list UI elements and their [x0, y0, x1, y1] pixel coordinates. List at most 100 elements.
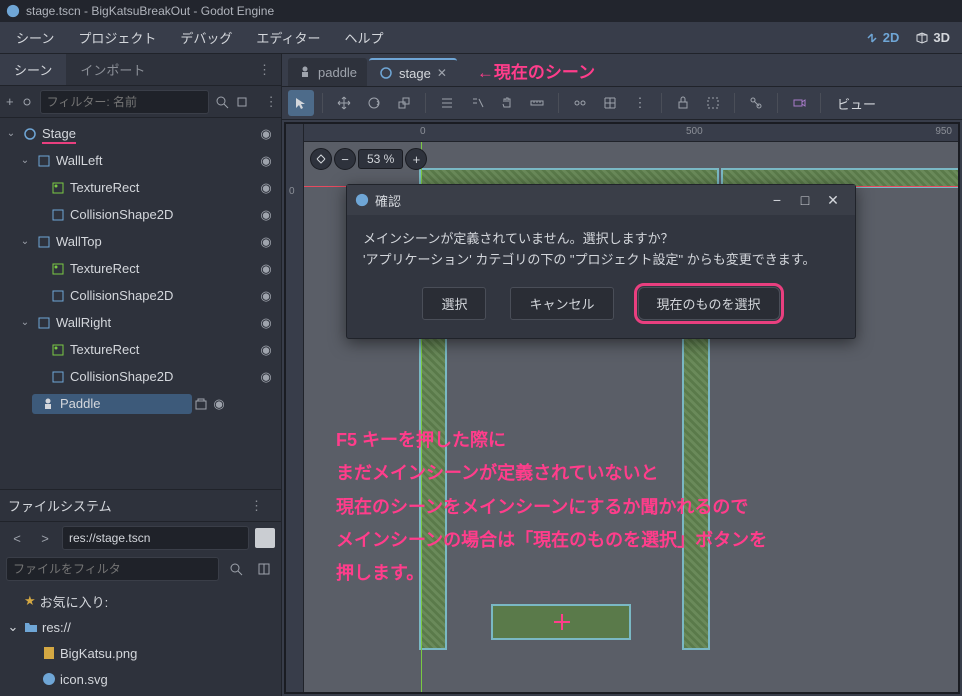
ruler-horizontal: 0 500 950 [286, 124, 958, 142]
tree-node-wallleft[interactable]: ⌄ WallLeft ◉ [0, 147, 281, 174]
file-row[interactable]: icon.svg [0, 666, 281, 692]
visibility-icon[interactable]: ◉ [257, 261, 275, 277]
move-tool-button[interactable] [331, 90, 357, 116]
snap-options-icon[interactable]: ⋮ [627, 90, 653, 116]
split-view-icon[interactable] [253, 558, 275, 580]
left-dock: シーン インポート ⋮ + ⋮ ⌄ Stage ◉ [0, 54, 282, 696]
star-icon: ★ [24, 593, 36, 609]
menu-project[interactable]: プロジェクト [68, 24, 166, 51]
close-tab-icon[interactable]: ✕ [437, 66, 447, 80]
tree-node-texturerect[interactable]: TextureRect ◉ [0, 336, 281, 363]
menu-help[interactable]: ヘルプ [334, 24, 393, 51]
visibility-icon[interactable]: ◉ [210, 396, 228, 412]
maximize-button[interactable]: □ [791, 192, 819, 208]
godot-logo-icon [355, 193, 369, 207]
zoom-controls: − 53 % + [310, 148, 427, 170]
visibility-icon[interactable]: ◉ [257, 288, 275, 304]
tree-node-paddle[interactable]: Paddle ◉ [0, 390, 281, 417]
scene-dock-tabs: シーン インポート ⋮ [0, 54, 281, 86]
staticbody2d-icon [36, 153, 52, 169]
open-scene-icon[interactable] [192, 393, 210, 415]
close-button[interactable]: ✕ [819, 192, 847, 209]
texturerect-icon [50, 261, 66, 277]
dialog-cancel-button[interactable]: キャンセル [510, 287, 613, 320]
file-row[interactable]: BigKatsu.png [0, 640, 281, 666]
node2d-icon [379, 66, 393, 80]
confirm-dialog: 確認 − □ ✕ メインシーンが定義されていません。選択しますか？ 'アプリケー… [346, 184, 856, 339]
tree-node-texturerect[interactable]: TextureRect ◉ [0, 174, 281, 201]
visibility-icon[interactable]: ◉ [257, 207, 275, 223]
search-icon[interactable] [215, 91, 229, 113]
lock-icon[interactable] [670, 90, 696, 116]
visibility-icon[interactable]: ◉ [257, 315, 275, 331]
zoom-in-button[interactable]: + [405, 148, 427, 170]
window-title: stage.tscn - BigKatsuBreakOut - Godot En… [26, 4, 274, 18]
search-icon[interactable] [225, 558, 247, 580]
scene-tab-stage[interactable]: stage ✕ [369, 58, 457, 86]
tree-node-collision[interactable]: CollisionShape2D ◉ [0, 363, 281, 390]
visibility-icon[interactable]: ◉ [257, 234, 275, 250]
zoom-out-button[interactable]: − [334, 148, 356, 170]
dialog-select-button[interactable]: 選択 [422, 287, 486, 320]
rotate-tool-button[interactable] [361, 90, 387, 116]
snap-toggle-button[interactable] [567, 90, 593, 116]
tree-node-collision[interactable]: CollisionShape2D ◉ [0, 201, 281, 228]
add-node-button[interactable]: + [6, 91, 14, 113]
override-camera-icon[interactable] [786, 90, 812, 116]
filesystem-filter-input[interactable] [6, 557, 219, 581]
editor-main: paddle stage ✕ ←現在のシーン ⋮ [282, 54, 962, 696]
ruler-tool-button[interactable] [524, 90, 550, 116]
filesystem-path-input[interactable] [62, 526, 249, 550]
nav-back-button[interactable]: < [6, 527, 28, 549]
view-menu-button[interactable]: ビュー [829, 94, 884, 113]
staticbody2d-icon [36, 315, 52, 331]
zoom-reset-button[interactable] [310, 148, 332, 170]
menu-editor[interactable]: エディター [246, 24, 330, 51]
dialog-select-current-button[interactable]: 現在のものを選択 [638, 287, 780, 320]
tab-scene[interactable]: シーン [0, 54, 66, 85]
visibility-icon[interactable]: ◉ [257, 153, 275, 169]
pan-tool-button[interactable] [494, 90, 520, 116]
visibility-icon[interactable]: ◉ [257, 180, 275, 196]
image-file-icon [42, 646, 56, 660]
tab-import[interactable]: インポート [66, 54, 159, 85]
mode-2d-button[interactable]: 2D [859, 28, 906, 47]
visibility-icon[interactable]: ◉ [257, 369, 275, 385]
view-mode-button[interactable] [255, 528, 275, 548]
grid-snap-button[interactable] [597, 90, 623, 116]
texturerect-icon [50, 342, 66, 358]
staticbody2d-icon [36, 234, 52, 250]
favorites-row[interactable]: ★ お気に入り: [0, 588, 281, 614]
arrow-reload-icon [865, 31, 879, 45]
scale-tool-button[interactable] [391, 90, 417, 116]
zoom-level[interactable]: 53 % [358, 149, 403, 169]
minimize-button[interactable]: − [763, 192, 791, 208]
scene-tab-paddle[interactable]: paddle [288, 58, 367, 86]
select-tool-button[interactable] [288, 90, 314, 116]
tree-node-stage[interactable]: ⌄ Stage ◉ [0, 120, 281, 147]
menu-scene[interactable]: シーン [6, 24, 64, 51]
group-icon[interactable] [700, 90, 726, 116]
list-select-button[interactable] [434, 90, 460, 116]
tree-node-collision[interactable]: CollisionShape2D ◉ [0, 282, 281, 309]
skeleton-icon[interactable] [743, 90, 769, 116]
scene-tree: ⌄ Stage ◉ ⌄ WallLeft ◉ TextureRect ◉ Col [0, 118, 281, 489]
lock-select-button[interactable] [464, 90, 490, 116]
tree-node-texturerect[interactable]: TextureRect ◉ [0, 255, 281, 282]
tree-node-wallright[interactable]: ⌄ WallRight ◉ [0, 309, 281, 336]
scene-filter-input[interactable] [40, 90, 209, 114]
tree-node-walltop[interactable]: ⌄ WallTop ◉ [0, 228, 281, 255]
visibility-icon[interactable]: ◉ [257, 126, 275, 142]
mode-3d-button[interactable]: 3D [909, 28, 956, 47]
menu-debug[interactable]: デバッグ [170, 24, 242, 51]
link-icon [20, 95, 34, 109]
dialog-title: 確認 [375, 191, 401, 210]
script-extend-button[interactable] [235, 91, 249, 113]
filesystem-dock: ファイルシステム ⋮ < > ★ [0, 489, 281, 696]
instance-scene-button[interactable] [20, 91, 34, 113]
filesystem-menu-icon[interactable]: ⋮ [240, 498, 273, 514]
visibility-icon[interactable]: ◉ [257, 342, 275, 358]
dock-menu-icon[interactable]: ⋮ [248, 62, 281, 78]
nav-forward-button[interactable]: > [34, 527, 56, 549]
res-root-row[interactable]: ⌄ res:// [0, 614, 281, 640]
